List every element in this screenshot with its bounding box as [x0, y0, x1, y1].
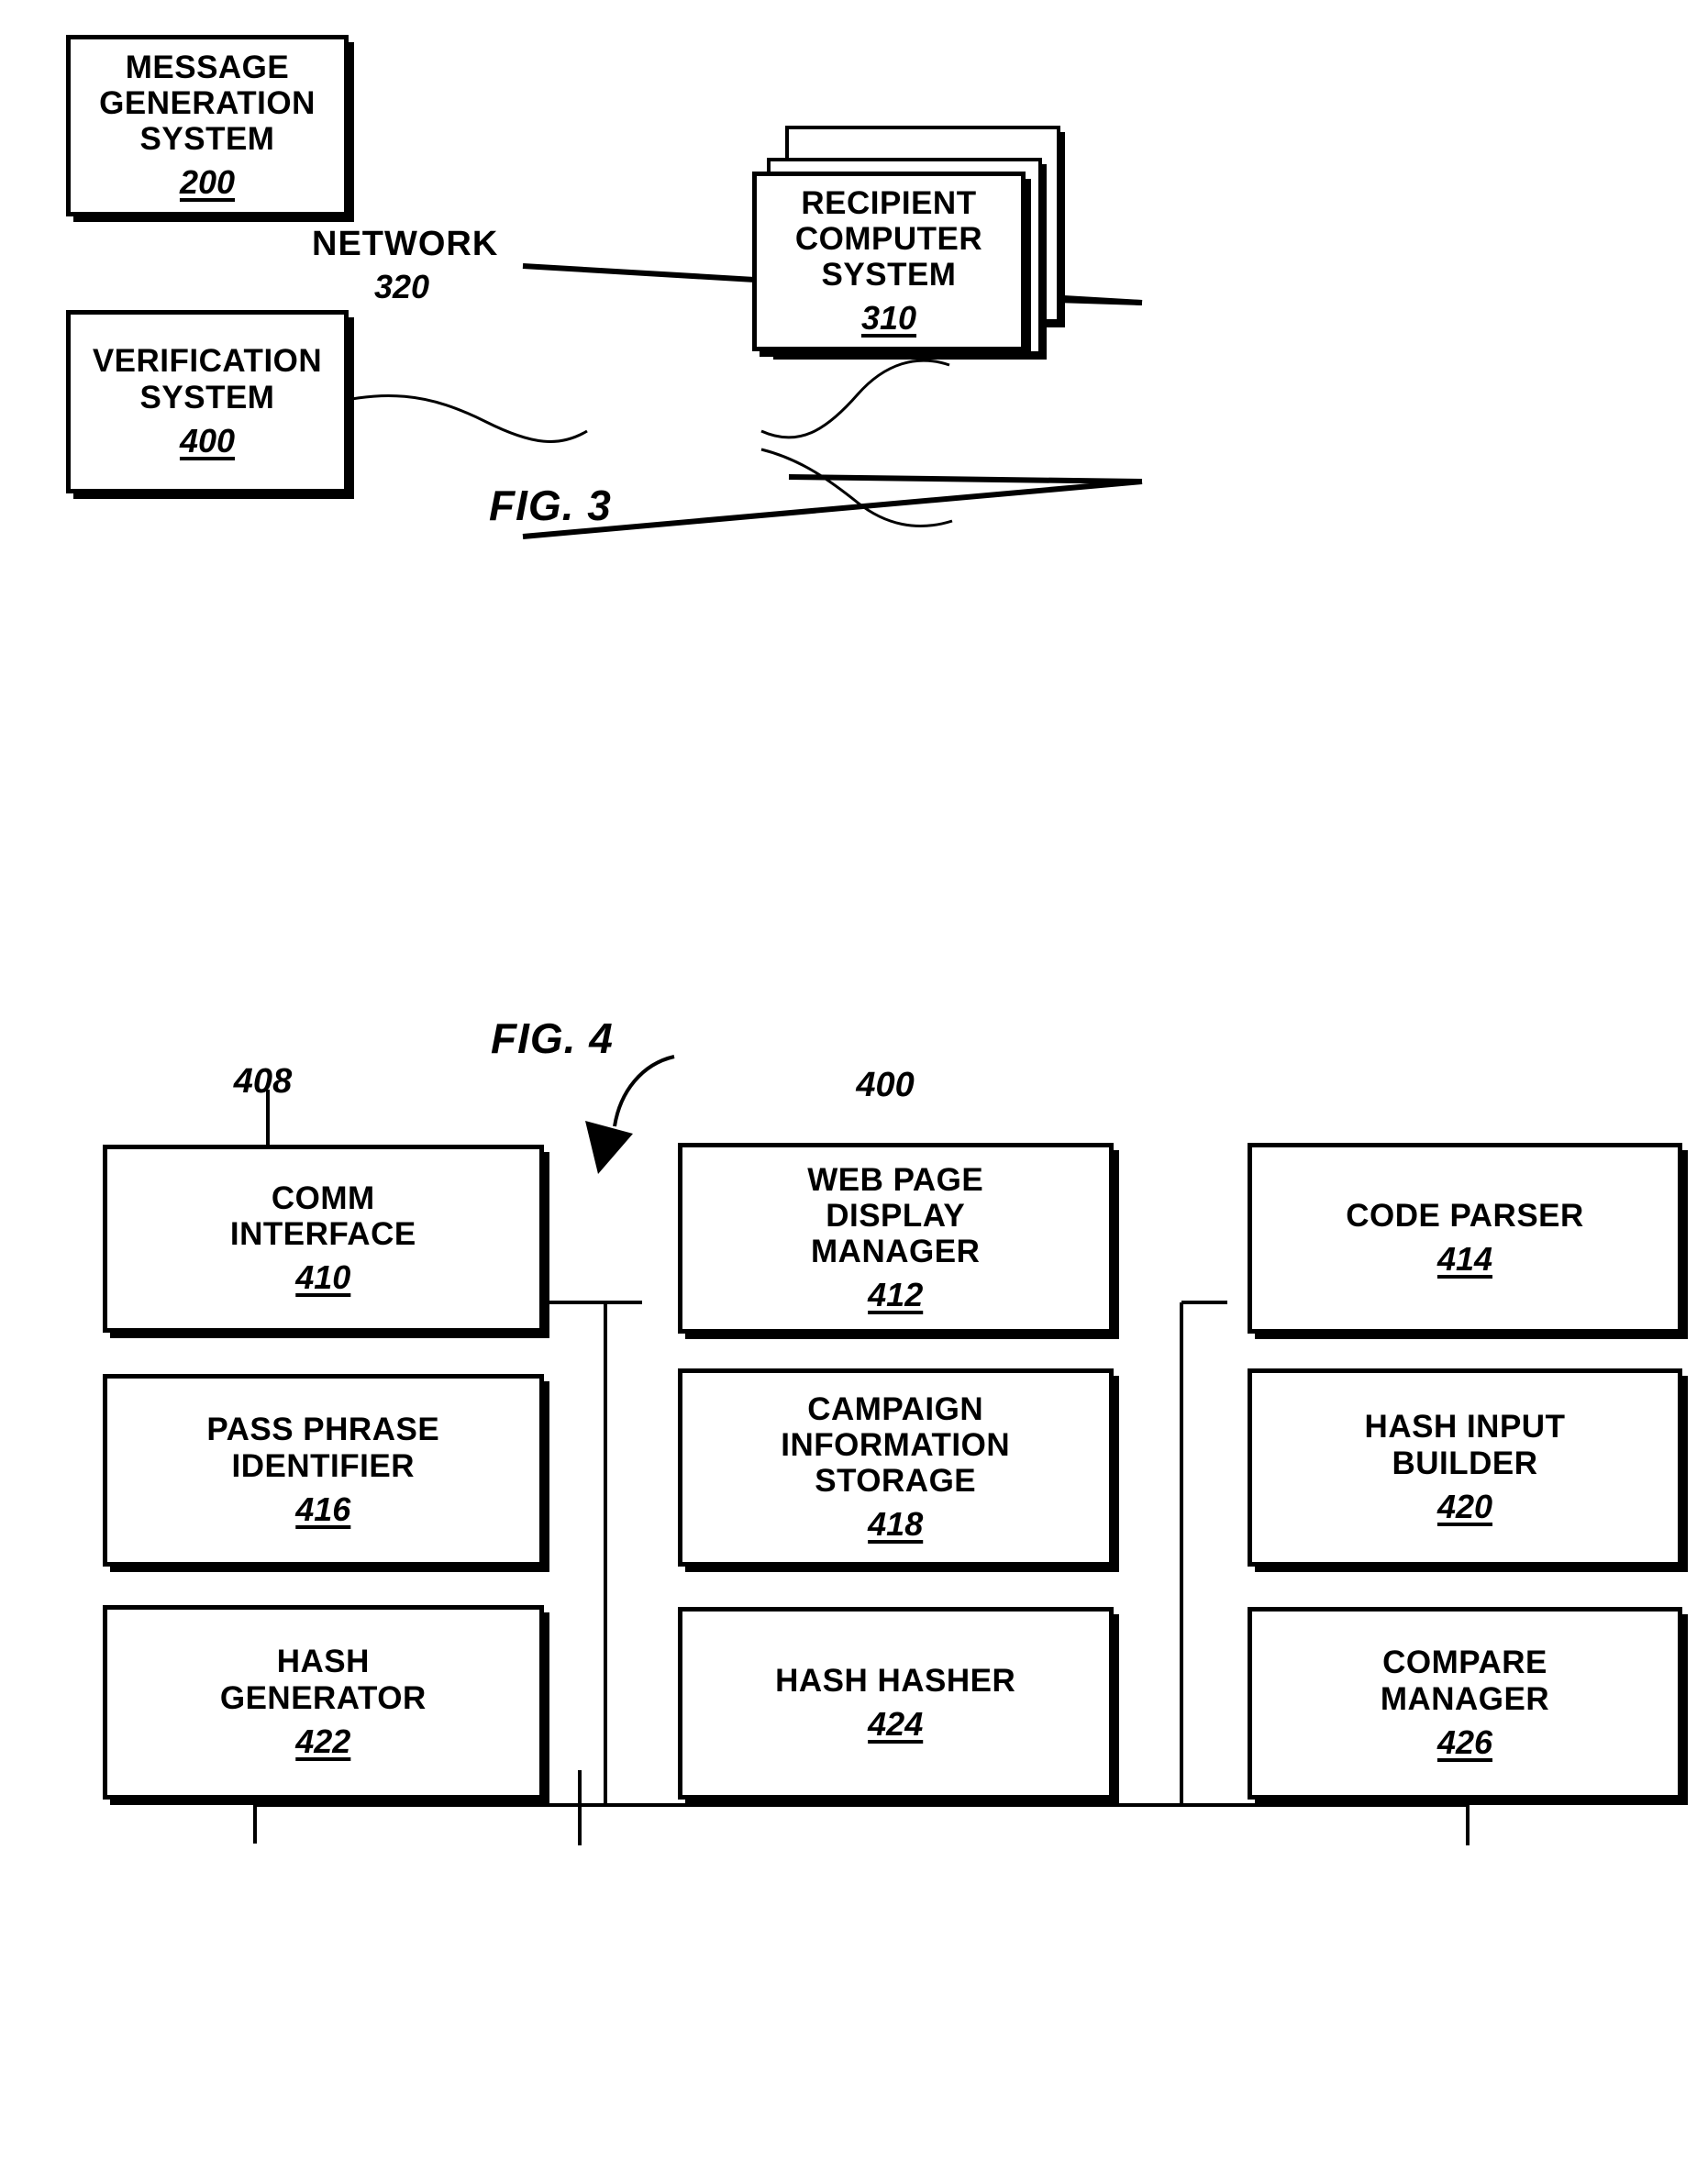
box-ref-number: 426: [1436, 1722, 1493, 1761]
box-title: RECIPIENT COMPUTER SYSTEM: [794, 184, 983, 294]
box-ref-number: 420: [1436, 1487, 1493, 1525]
box-hash-generator[interactable]: HASH GENERATOR 422: [102, 1605, 544, 1800]
box-campaign-information-storage[interactable]: CAMPAIGN INFORMATION STORAGE 418: [677, 1368, 1114, 1567]
network-brace-right: [760, 359, 950, 439]
box-title: HASH GENERATOR: [219, 1644, 427, 1716]
box-title: MESSAGE GENERATION SYSTEM: [99, 49, 316, 158]
box-web-page-display-manager[interactable]: WEB PAGE DISPLAY MANAGER 412: [677, 1143, 1114, 1334]
box-pass-phrase-identifier[interactable]: PASS PHRASE IDENTIFIER 416: [102, 1374, 544, 1567]
network-label: NETWORK: [312, 225, 499, 263]
network-ref-number: 320: [374, 268, 430, 305]
lead-400-arrowhead: [585, 1121, 633, 1174]
box-ref-number: 416: [295, 1490, 351, 1528]
link-vs-to-recipient-lower: [522, 479, 1143, 539]
box-title: VERIFICATION SYSTEM: [92, 343, 323, 415]
box-compare-manager[interactable]: COMPARE MANAGER 426: [1247, 1607, 1683, 1800]
box-ref-number: 400: [179, 421, 236, 460]
box-title: CAMPAIGN INFORMATION STORAGE: [781, 1390, 1011, 1500]
box-title: CODE PARSER: [1346, 1197, 1584, 1234]
box-ref-number: 414: [1436, 1240, 1493, 1279]
link-vs-to-recipient-lower-barb: [788, 474, 1143, 484]
figure-4-caption: FIG. 4: [491, 1014, 614, 1062]
box-ref-number: 424: [868, 1705, 924, 1744]
box-message-generation-system[interactable]: MESSAGE GENERATION SYSTEM 200: [66, 35, 349, 216]
box-recipient-computer-system[interactable]: RECIPIENT COMPUTER SYSTEM 310: [752, 172, 1026, 351]
box-ref-number: 310: [860, 299, 917, 338]
box-ref-number: 422: [295, 1722, 351, 1760]
box-title: PASS PHRASE IDENTIFIER: [206, 1412, 440, 1484]
box-title: COMPARE MANAGER: [1380, 1645, 1550, 1717]
box-title: COMM INTERFACE: [229, 1180, 416, 1252]
box-ref-number: 200: [179, 163, 236, 202]
box-comm-interface[interactable]: COMM INTERFACE 410: [102, 1145, 544, 1333]
box-ref-number: 418: [868, 1505, 924, 1544]
box-title: HASH HASHER: [775, 1662, 1016, 1699]
lead-400-curve: [613, 1055, 675, 1127]
box-title: HASH INPUT BUILDER: [1364, 1409, 1566, 1481]
box-code-parser[interactable]: CODE PARSER 414: [1247, 1143, 1683, 1334]
callout-400: 400: [856, 1066, 915, 1104]
figure-3-caption: FIG. 3: [489, 482, 612, 529]
box-hash-input-builder[interactable]: HASH INPUT BUILDER 420: [1247, 1368, 1683, 1567]
network-brace-right-lower: [760, 448, 953, 527]
box-verification-system[interactable]: VERIFICATION SYSTEM 400: [66, 310, 349, 493]
box-ref-number: 412: [868, 1276, 924, 1314]
patent-drawing-sheet: MESSAGE GENERATION SYSTEM 200 VERIFICATI…: [0, 0, 1708, 2182]
callout-408: 408: [233, 1062, 293, 1101]
box-title: WEB PAGE DISPLAY MANAGER: [807, 1161, 984, 1270]
box-ref-number: 410: [295, 1258, 351, 1297]
box-hash-hasher[interactable]: HASH HASHER 424: [677, 1607, 1114, 1800]
